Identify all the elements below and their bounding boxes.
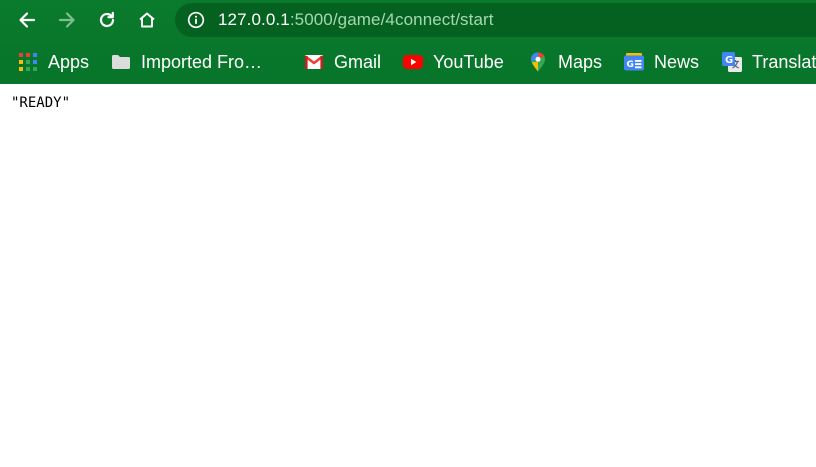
- svg-text:G: G: [627, 60, 634, 70]
- svg-text:G: G: [725, 55, 733, 66]
- folder-icon: [111, 52, 131, 72]
- bookmark-apps[interactable]: Apps: [18, 49, 89, 75]
- bookmark-label: Maps: [558, 51, 603, 72]
- reload-button[interactable]: [92, 5, 122, 35]
- address-bar[interactable]: 127.0.0.1:5000/game/4connect/start: [175, 3, 816, 37]
- back-button[interactable]: [12, 5, 42, 35]
- page-content: "READY": [0, 84, 816, 467]
- apps-grid-icon: [18, 52, 38, 72]
- gmail-icon: [304, 52, 324, 72]
- bookmark-label: Translate: [752, 51, 816, 72]
- reload-icon: [97, 10, 117, 30]
- arrow-left-icon: [17, 10, 37, 30]
- home-button[interactable]: [132, 5, 162, 35]
- url-text[interactable]: 127.0.0.1:5000/game/4connect/start: [218, 10, 494, 30]
- bookmark-news[interactable]: G News: [624, 49, 699, 75]
- google-translate-icon: G: [722, 52, 742, 72]
- bookmark-label: News: [654, 51, 700, 72]
- bookmark-label: Apps: [48, 51, 90, 72]
- arrow-right-icon: [57, 10, 77, 30]
- home-icon: [137, 10, 157, 30]
- url-path: :5000/game/4connect/start: [289, 10, 494, 29]
- bookmark-translate[interactable]: G Translate: [722, 49, 816, 75]
- bookmark-gmail[interactable]: Gmail: [304, 49, 381, 75]
- url-host: 127.0.0.1: [218, 10, 290, 29]
- site-info-icon[interactable]: [187, 11, 205, 29]
- json-response-text: "READY": [11, 95, 71, 111]
- bookmarks-bar: Apps Imported Fro… Gmail YouTube Maps G …: [0, 40, 816, 84]
- browser-chrome: 127.0.0.1:5000/game/4connect/start Apps …: [0, 0, 816, 84]
- bookmark-imported-folder[interactable]: Imported Fro…: [111, 49, 262, 75]
- bookmark-label: Gmail: [334, 51, 382, 72]
- maps-icon: [528, 52, 548, 72]
- forward-button[interactable]: [52, 5, 82, 35]
- browser-toolbar: 127.0.0.1:5000/game/4connect/start: [0, 0, 816, 40]
- google-news-icon: G: [624, 52, 644, 72]
- bookmark-youtube[interactable]: YouTube: [403, 49, 504, 75]
- bookmark-maps[interactable]: Maps: [528, 49, 602, 75]
- bookmark-label: Imported Fro…: [141, 51, 263, 72]
- bookmark-label: YouTube: [433, 51, 504, 72]
- youtube-icon: [403, 52, 423, 72]
